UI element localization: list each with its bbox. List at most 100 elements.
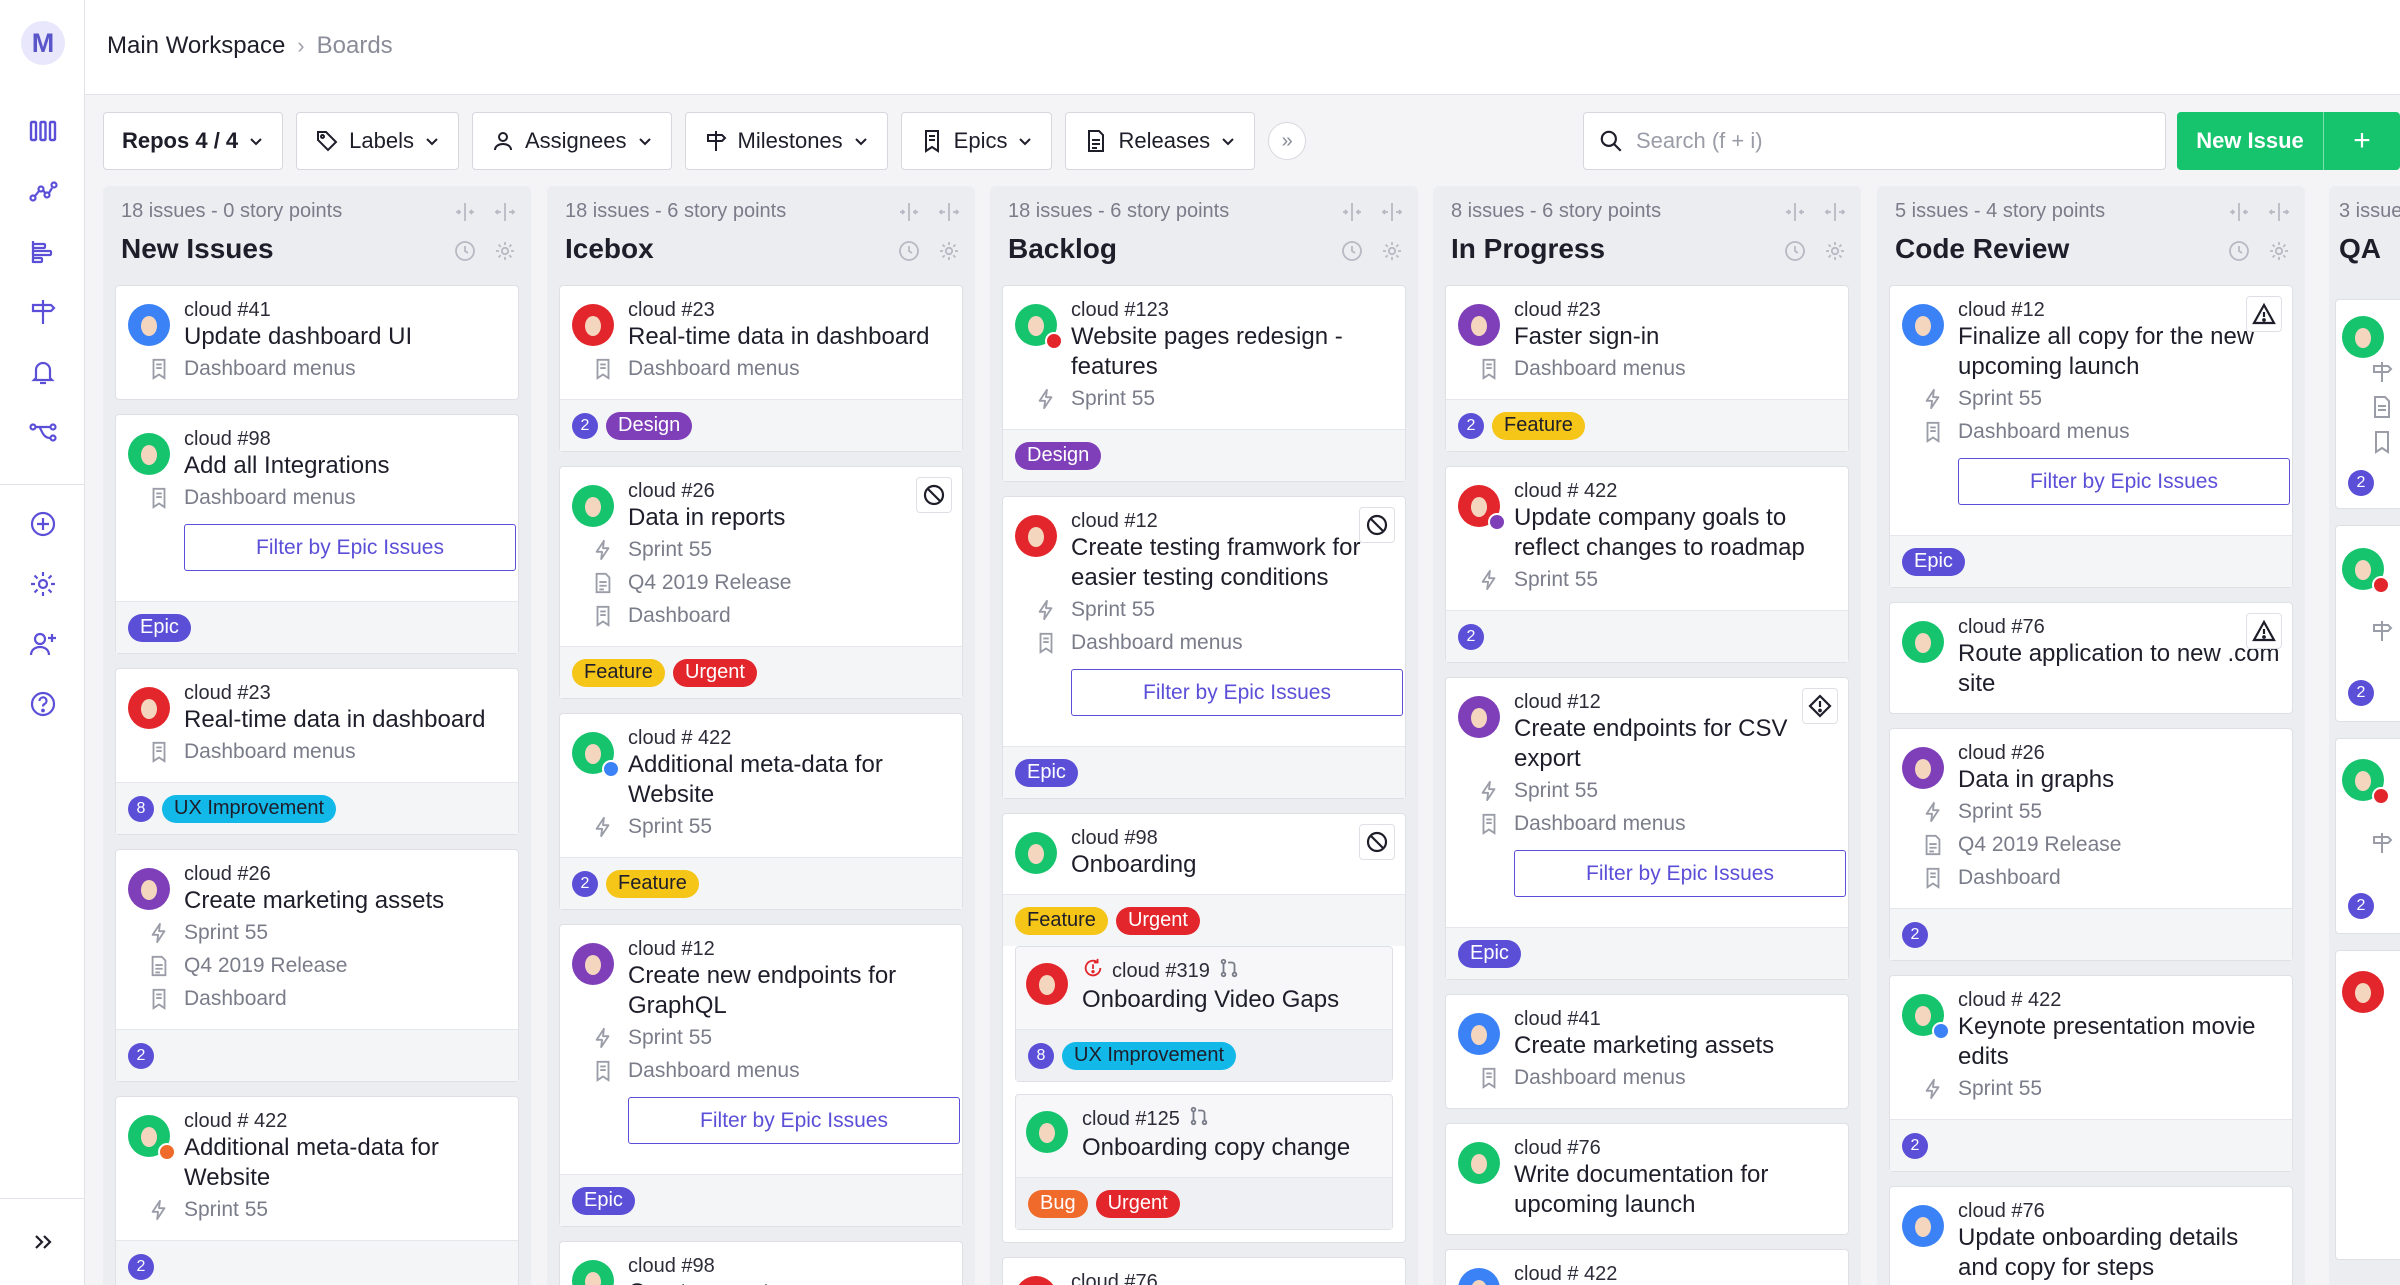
issue-ref[interactable]: cloud # 422 [1958, 988, 2280, 1012]
issue-ref[interactable]: cloud #23 [1514, 298, 1836, 322]
issue-ref[interactable]: cloud #26 [628, 479, 950, 503]
label-epic[interactable]: Epic [1902, 547, 1965, 576]
label-ux[interactable]: UX Improvement [1062, 1041, 1237, 1070]
issue-title[interactable]: Website pages redesign - features [1071, 322, 1393, 382]
qa-card[interactable] [2335, 950, 2400, 1260]
issue-card[interactable]: cloud #26 Data in graphs Sprint 55 Q4 2019 … [1889, 728, 2293, 961]
issue-title[interactable]: Finalize all copy for the new upcoming l… [1958, 322, 2280, 382]
filter-by-epic-button[interactable]: Filter by Epic Issues [1071, 669, 1403, 716]
issue-card[interactable]: cloud #23 Real-time data in dashboard Dash… [115, 668, 519, 835]
notification-icon[interactable] [27, 356, 59, 388]
label-urgent[interactable]: Urgent [1115, 906, 1200, 935]
issue-card[interactable]: cloud #12 Create endpoints for CSV export… [1445, 677, 1849, 980]
issue-ref[interactable]: cloud #125 [1082, 1105, 1382, 1133]
warning-icon[interactable] [2246, 296, 2282, 332]
pipeline-info-icon[interactable] [1783, 239, 1807, 269]
column-settings-icon[interactable] [937, 239, 961, 269]
issue-card[interactable]: cloud #23 Real-time data in dashboard Dash… [559, 285, 963, 452]
issue-card[interactable]: cloud #41 Update dashboard UI Dashboard me… [115, 285, 519, 400]
column-settings-icon[interactable] [1380, 239, 1404, 269]
warning-icon[interactable] [2246, 613, 2282, 649]
issue-title[interactable]: Create marketing assets [184, 886, 506, 916]
issue-title[interactable]: Data in reports [628, 503, 950, 533]
help-icon[interactable] [27, 688, 59, 720]
collapse-column-icon[interactable] [897, 200, 921, 230]
issue-ref[interactable]: cloud #98 [628, 1254, 950, 1278]
collapse-column-icon[interactable] [453, 200, 477, 230]
issue-title[interactable]: Onboarding copy change [1082, 1133, 1382, 1163]
issue-card[interactable]: cloud # 422Update styling for frontend [1445, 1249, 1849, 1285]
issue-ref[interactable]: cloud #98 [184, 427, 506, 451]
double-chevron-right-icon[interactable] [27, 1226, 59, 1258]
new-issue-button[interactable]: New Issue + [2177, 112, 2400, 170]
releases-filter-button[interactable]: Releases [1065, 112, 1256, 170]
expand-column-icon[interactable] [2267, 200, 2291, 230]
issue-card[interactable]: cloud #98 Onboarding Feature Urgent cloud #3… [1002, 813, 1406, 1243]
issue-card[interactable]: cloud #23 Faster sign-in Dashboard menus 2 F… [1445, 285, 1849, 452]
label-design[interactable]: Design [1015, 441, 1102, 470]
label-epic[interactable]: Epic [572, 1186, 635, 1215]
issue-ref[interactable]: cloud #12 [1958, 298, 2280, 322]
issue-card[interactable]: cloud #12 Create new endpoints for GraphQ… [559, 924, 963, 1227]
filter-by-epic-button[interactable]: Filter by Epic Issues [1958, 458, 2290, 505]
pipeline-info-icon[interactable] [453, 239, 477, 269]
issue-ref[interactable]: cloud #26 [1958, 741, 2280, 765]
qa-card[interactable]: 2 [2335, 299, 2400, 509]
workspace-avatar[interactable]: M [21, 21, 65, 65]
blocked-icon[interactable] [916, 477, 952, 513]
issue-ref[interactable]: cloud #319 [1082, 957, 1382, 985]
issue-card[interactable]: cloud #76 Route application to new .com s… [1889, 602, 2293, 714]
epics-filter-button[interactable]: Epics [900, 112, 1053, 170]
labels-filter-button[interactable]: Labels [296, 112, 459, 170]
collapse-column-icon[interactable] [1783, 200, 1807, 230]
expand-column-icon[interactable] [937, 200, 961, 230]
issue-card[interactable]: cloud #41 Create marketing assets Dashboar… [1445, 994, 1849, 1109]
issue-card[interactable]: cloud #26 Create marketing assets Sprint 5… [115, 849, 519, 1082]
label-epic[interactable]: Epic [128, 613, 191, 642]
issue-ref[interactable]: cloud #41 [184, 298, 506, 322]
issue-title[interactable]: Write documentation for upcoming launch [1514, 1160, 1836, 1220]
issue-title[interactable]: Onboarding [1071, 850, 1393, 880]
issue-card[interactable]: cloud #12 Create testing framwork for eas… [1002, 496, 1406, 799]
label-epic[interactable]: Epic [1015, 758, 1078, 787]
search-box[interactable] [1583, 112, 2166, 170]
filter-by-epic-button[interactable]: Filter by Epic Issues [628, 1097, 960, 1144]
issue-ref[interactable]: cloud #76 [1071, 1270, 1393, 1285]
issue-card[interactable]: cloud # 422 Additional meta-data for Webs… [115, 1096, 519, 1285]
filter-by-epic-button[interactable]: Filter by Epic Issues [184, 524, 516, 571]
issue-ref[interactable]: cloud # 422 [1514, 479, 1836, 503]
milestones-filter-button[interactable]: Milestones [684, 112, 888, 170]
blocked-icon[interactable] [1359, 507, 1395, 543]
add-icon[interactable] [27, 508, 59, 540]
assignees-filter-button[interactable]: Assignees [472, 112, 672, 170]
label-epic[interactable]: Epic [1458, 939, 1521, 968]
label-bug[interactable]: Bug [1028, 1189, 1088, 1218]
issue-ref[interactable]: cloud #26 [184, 862, 506, 886]
issue-card[interactable]: cloud #12 Finalize all copy for the new u… [1889, 285, 2293, 588]
sub-issue-card[interactable]: cloud #125 Onboarding copy change Bug Urgen… [1015, 1094, 1393, 1230]
settings-icon[interactable] [27, 568, 59, 600]
issue-title[interactable]: Update onboarding details and copy for s… [1958, 1223, 2280, 1283]
issue-ref[interactable]: cloud #12 [1514, 690, 1836, 714]
timeline-icon[interactable] [27, 236, 59, 268]
label-urgent[interactable]: Urgent [1095, 1189, 1180, 1218]
issue-ref[interactable]: cloud #98 [1071, 826, 1393, 850]
issue-title[interactable]: Create new endpoints for GraphQL [628, 961, 950, 1021]
issue-card[interactable]: cloud #123 Website pages redesign - featu… [1002, 285, 1406, 482]
new-issue-options-button[interactable]: + [2323, 112, 2400, 170]
label-design[interactable]: Design [606, 411, 693, 440]
issue-title[interactable]: Additional meta-data for Website [628, 750, 950, 810]
issue-title[interactable]: Create marketing assets [1514, 1031, 1836, 1061]
issue-card[interactable]: cloud # 422 Update company goals to refle… [1445, 466, 1849, 663]
label-feature[interactable]: Feature [572, 658, 665, 687]
issue-card[interactable]: cloud #98 Add all Integrations Dashboard m… [115, 414, 519, 654]
alert-diamond-icon[interactable] [1802, 688, 1838, 724]
label-feature[interactable]: Feature [1015, 906, 1108, 935]
issue-ref[interactable]: cloud #23 [184, 681, 506, 705]
collapse-column-icon[interactable] [2227, 200, 2251, 230]
label-feature[interactable]: Feature [606, 869, 699, 898]
issue-title[interactable]: Update company goals to reflect changes … [1514, 503, 1836, 563]
issue-title[interactable]: Add all Integrations [184, 451, 506, 481]
issue-ref[interactable]: cloud #76 [1958, 615, 2280, 639]
label-ux[interactable]: UX Improvement [162, 794, 337, 823]
